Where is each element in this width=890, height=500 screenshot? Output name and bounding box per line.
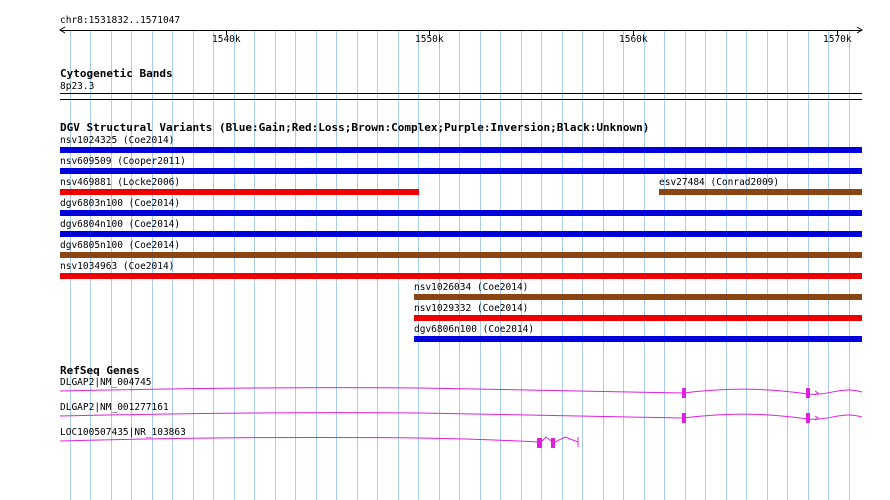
gene-model-loc100507435-nr-103863[interactable]	[59, 436, 579, 448]
gene-model-dlgap2-nm-004745[interactable]	[59, 387, 863, 398]
genome-browser-panel: chr8:1531832..1571047 1540k 1550k 1560k …	[0, 0, 890, 500]
refseq-gene-models	[59, 387, 863, 448]
gene-model-dlgap2-nm-001277161[interactable]	[59, 412, 863, 423]
